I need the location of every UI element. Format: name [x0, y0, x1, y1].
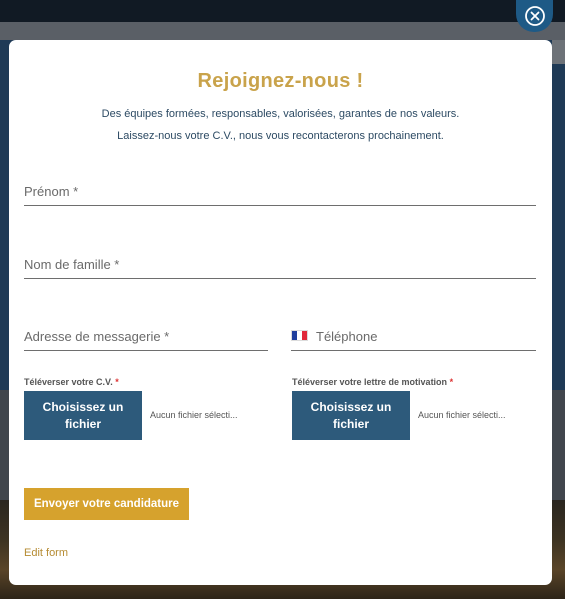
- letter-upload-label-text: Téléverser votre lettre de motivation: [292, 377, 448, 387]
- first-name-field[interactable]: Prénom *: [24, 181, 536, 206]
- letter-file-status: Aucun fichier sélecti...: [418, 410, 506, 420]
- last-name-field[interactable]: Nom de famille *: [24, 254, 536, 279]
- email-input[interactable]: [24, 326, 268, 350]
- background-band: [0, 22, 565, 40]
- email-field[interactable]: Adresse de messagerie *: [24, 326, 268, 351]
- first-name-input[interactable]: [24, 181, 536, 205]
- letter-upload-label: Téléverser votre lettre de motivation *: [292, 377, 453, 387]
- close-circle-icon: [524, 6, 545, 26]
- cv-upload-label: Téléverser votre C.V. *: [24, 377, 119, 387]
- cv-upload-label-text: Téléverser votre C.V.: [24, 377, 113, 387]
- required-mark: *: [115, 377, 119, 387]
- letter-choose-file-button[interactable]: Choisissez un fichier: [292, 391, 410, 440]
- background-header: [0, 0, 565, 22]
- modal-subtitle-line1: Des équipes formées, responsables, valor…: [101, 108, 460, 120]
- application-modal: Rejoignez-nous ! Des équipes formées, re…: [9, 40, 552, 585]
- submit-application-button[interactable]: Envoyer votre candidature: [24, 488, 189, 520]
- background-input-strip: [552, 40, 565, 64]
- france-flag-icon[interactable]: [291, 330, 308, 341]
- phone-input[interactable]: [316, 326, 536, 350]
- cv-choose-file-button[interactable]: Choisissez un fichier: [24, 391, 142, 440]
- modal-subtitle-line2: Laissez-nous votre C.V., nous vous recon…: [117, 130, 444, 142]
- cv-file-status: Aucun fichier sélecti...: [150, 410, 238, 420]
- required-mark: *: [449, 377, 454, 387]
- last-name-input[interactable]: [24, 254, 536, 278]
- edit-form-link[interactable]: Edit form: [24, 547, 68, 559]
- modal-title: Rejoignez-nous !: [197, 70, 364, 92]
- phone-field[interactable]: Téléphone: [291, 326, 536, 351]
